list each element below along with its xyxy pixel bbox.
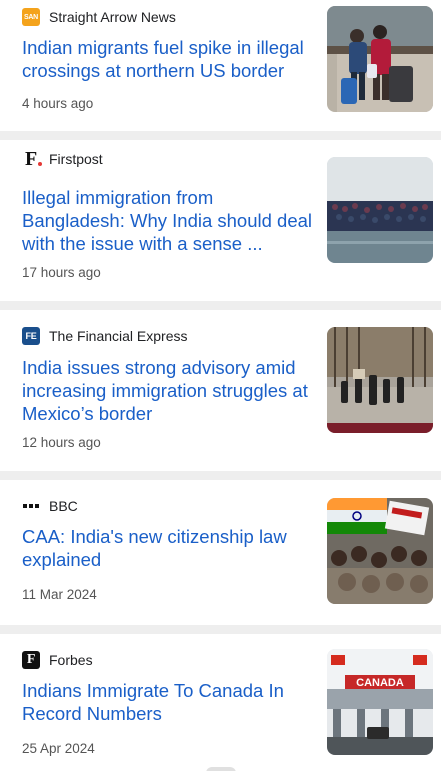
news-card[interactable]: F Forbes Indians Immigrate To Canada In … (0, 634, 441, 771)
crowd-at-river-image[interactable] (327, 157, 433, 263)
source-name: Straight Arrow News (49, 9, 176, 25)
news-card[interactable]: FE The Financial Express India issues st… (0, 310, 441, 471)
article-time: 12 hours ago (22, 435, 101, 450)
article-headline[interactable]: India issues strong advisory amid increa… (22, 356, 314, 425)
firstpost-logo-icon: F (22, 148, 42, 170)
article-source: F Firstpost (22, 148, 103, 170)
bbc-logo-icon (22, 497, 40, 515)
canada-sign-text: CANADA (356, 677, 404, 689)
source-name: Firstpost (49, 151, 103, 167)
news-card[interactable]: SAN Straight Arrow News Indian migrants … (0, 0, 441, 131)
protest-crowd-flags-image[interactable] (327, 498, 433, 604)
article-headline[interactable]: Indian migrants fuel spike in illegal cr… (22, 36, 314, 82)
forbes-logo-icon: F (22, 651, 40, 669)
article-headline[interactable]: CAA: India's new citizenship law explain… (22, 525, 314, 571)
article-source: FE The Financial Express (22, 327, 188, 345)
news-feed: SAN Straight Arrow News Indian migrants … (0, 0, 441, 771)
source-name: Forbes (49, 652, 93, 668)
article-source: BBC (22, 497, 78, 515)
article-time: 4 hours ago (22, 96, 94, 111)
border-fence-people-image[interactable] (327, 327, 433, 433)
card-separator (0, 625, 441, 634)
travelers-with-luggage-image[interactable] (327, 6, 433, 112)
news-card[interactable]: BBC CAA: India's new citizenship law exp… (0, 480, 441, 625)
canada-border-crossing-image[interactable]: CANADA (327, 649, 433, 755)
source-name: BBC (49, 498, 78, 514)
home-indicator (205, 767, 236, 771)
card-separator (0, 301, 441, 310)
straight-arrow-news-logo-icon: SAN (22, 8, 40, 26)
article-headline[interactable]: Illegal immigration from Bangladesh: Why… (22, 186, 314, 255)
article-source: F Forbes (22, 651, 93, 669)
financial-express-logo-icon: FE (22, 327, 40, 345)
card-separator (0, 131, 441, 140)
article-headline[interactable]: Indians Immigrate To Canada In Record Nu… (22, 679, 314, 725)
source-name: The Financial Express (49, 328, 188, 344)
article-time: 17 hours ago (22, 265, 101, 280)
article-time: 25 Apr 2024 (22, 741, 95, 756)
article-source: SAN Straight Arrow News (22, 8, 176, 26)
news-card[interactable]: F Firstpost Illegal immigration from Ban… (0, 140, 441, 301)
card-separator (0, 471, 441, 480)
article-time: 11 Mar 2024 (22, 587, 97, 602)
